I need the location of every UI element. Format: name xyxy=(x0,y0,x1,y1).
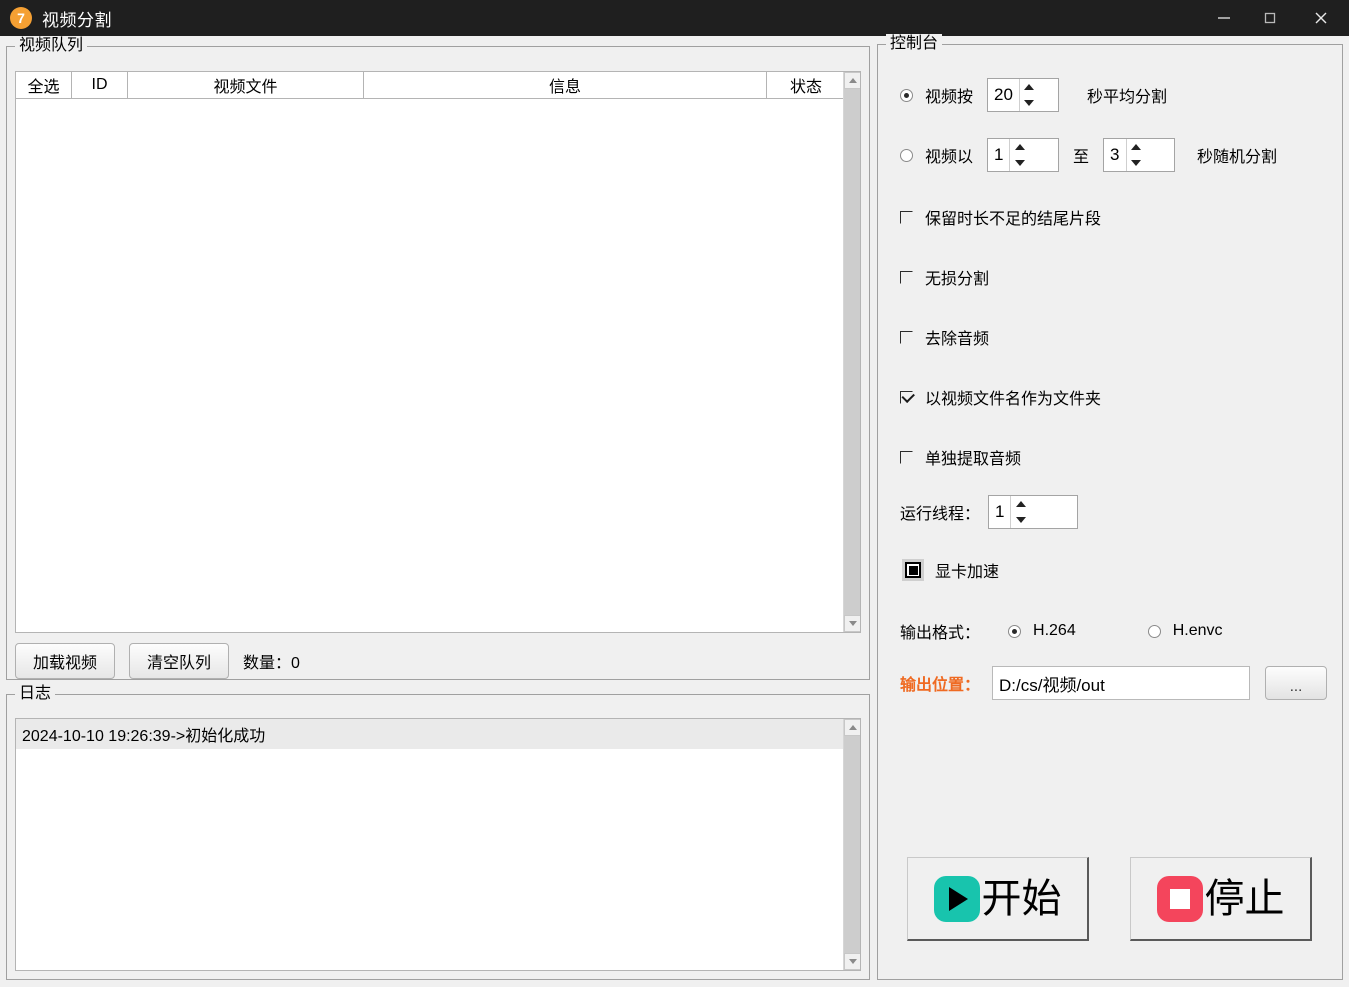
console-panel: 控制台 视频按 20 秒平均分割 视频以 1 至 3 秒随机分割 保留时长不足的… xyxy=(877,34,1343,980)
average-split-label: 视频按 xyxy=(925,89,974,106)
threads-row: 运行线程： 1 xyxy=(900,495,1079,529)
average-split-row: 视频按 20 秒平均分割 xyxy=(900,78,1167,112)
log-legend: 日志 xyxy=(15,684,56,704)
scroll-down-icon[interactable] xyxy=(844,615,860,632)
radio-average-split[interactable] xyxy=(900,88,913,102)
checkbox-keep-tail-label: 保留时长不足的结尾片段 xyxy=(925,211,1102,228)
random-min-increment-icon[interactable] xyxy=(1010,139,1030,155)
log-vertical-scrollbar[interactable] xyxy=(843,719,860,970)
checkbox-remove-audio[interactable]: 去除音频 xyxy=(900,325,989,349)
average-split-suffix: 秒平均分割 xyxy=(1087,89,1168,106)
radio-henvc[interactable] xyxy=(1147,624,1161,638)
threads-value[interactable]: 1 xyxy=(989,496,1011,528)
random-split-row: 视频以 1 至 3 秒随机分割 xyxy=(900,138,1277,172)
checkbox-folder-by-filename[interactable]: 以视频文件名作为文件夹 xyxy=(900,385,1101,409)
random-min-value[interactable]: 1 xyxy=(988,139,1010,171)
video-queue-table[interactable]: 全选 ID 视频文件 信息 状态 xyxy=(15,71,861,633)
log-scroll-up-icon[interactable] xyxy=(844,719,860,736)
average-seconds-value[interactable]: 20 xyxy=(988,79,1019,111)
average-seconds-decrement-icon[interactable] xyxy=(1019,95,1039,111)
gpu-acceleration-label: 显卡加速 xyxy=(935,564,1000,581)
threads-stepper[interactable]: 1 xyxy=(988,495,1079,529)
column-header-id[interactable]: ID xyxy=(72,72,128,99)
output-path-row: 输出位置： D:/cs/视频/out ... xyxy=(900,666,1328,700)
maximize-icon[interactable] xyxy=(1247,0,1293,36)
radio-h264[interactable] xyxy=(1008,624,1022,638)
checkbox-lossless-split-label: 无损分割 xyxy=(925,271,990,288)
start-button-label: 开始 xyxy=(981,876,1062,921)
column-header-info[interactable]: 信息 xyxy=(364,72,767,99)
log-line: 2024-10-10 19:26:39->初始化成功 xyxy=(16,719,860,749)
random-max-stepper[interactable]: 3 xyxy=(1103,138,1176,172)
radio-henvc-label: H.envc xyxy=(1172,622,1223,639)
output-path-label: 输出位置： xyxy=(900,677,981,694)
checkbox-extract-audio-box[interactable] xyxy=(900,450,913,464)
random-min-decrement-icon[interactable] xyxy=(1010,155,1030,171)
random-between-label: 至 xyxy=(1073,149,1090,166)
load-video-button[interactable]: 加载视频 xyxy=(15,643,115,679)
video-queue-legend: 视频队列 xyxy=(15,36,88,56)
checkbox-keep-tail[interactable]: 保留时长不足的结尾片段 xyxy=(900,205,1101,229)
checkbox-extract-audio[interactable]: 单独提取音频 xyxy=(900,445,1021,469)
random-max-increment-icon[interactable] xyxy=(1126,139,1146,155)
average-seconds-stepper[interactable]: 20 xyxy=(987,78,1060,112)
checkbox-keep-tail-box[interactable] xyxy=(900,210,913,224)
random-min-stepper[interactable]: 1 xyxy=(987,138,1060,172)
checkbox-remove-audio-box[interactable] xyxy=(900,330,913,344)
checkbox-gpu-acceleration-box[interactable] xyxy=(902,559,924,581)
video-queue-panel: 视频队列 全选 ID 视频文件 信息 状态 加载视频 清空队列 数量：0 xyxy=(6,36,870,680)
clear-queue-button[interactable]: 清空队列 xyxy=(129,643,229,679)
checkbox-lossless-split-box[interactable] xyxy=(900,270,913,284)
random-split-suffix: 秒随机分割 xyxy=(1197,149,1278,166)
app-badge-7-icon: 7 xyxy=(10,7,32,29)
table-body-empty xyxy=(16,99,860,632)
output-format-row: 输出格式： H.264 H.envc xyxy=(900,619,1223,643)
threads-label: 运行线程： xyxy=(900,506,981,523)
stop-button-label: 停止 xyxy=(1204,876,1285,921)
log-scroll-down-icon[interactable] xyxy=(844,953,860,970)
gpu-acceleration-row[interactable]: 显卡加速 xyxy=(902,558,999,582)
close-icon[interactable] xyxy=(1293,0,1349,36)
stop-icon xyxy=(1156,875,1203,922)
console-legend: 控制台 xyxy=(886,34,943,54)
column-header-video-file[interactable]: 视频文件 xyxy=(128,72,364,99)
queue-vertical-scrollbar[interactable] xyxy=(843,72,860,632)
window-title: 视频分割 xyxy=(42,10,112,30)
radio-h264-label: H.264 xyxy=(1033,622,1076,639)
output-path-input[interactable]: D:/cs/视频/out xyxy=(992,666,1251,700)
log-scroll-thumb[interactable] xyxy=(844,736,860,932)
checkbox-remove-audio-label: 去除音频 xyxy=(925,331,990,348)
minimize-icon[interactable] xyxy=(1201,0,1247,36)
table-header-row: 全选 ID 视频文件 信息 状态 xyxy=(16,72,860,99)
scroll-up-icon[interactable] xyxy=(844,72,860,89)
title-bar: 7 视频分割 xyxy=(0,0,1349,36)
window-controls xyxy=(1201,0,1349,36)
app-badge-number: 7 xyxy=(17,10,25,26)
queue-scroll-track[interactable] xyxy=(844,89,860,615)
column-header-select-all[interactable]: 全选 xyxy=(16,72,72,99)
radio-random-split[interactable] xyxy=(900,148,913,162)
stop-button[interactable]: 停止 xyxy=(1130,857,1312,941)
random-max-decrement-icon[interactable] xyxy=(1126,155,1146,171)
threads-decrement-icon[interactable] xyxy=(1011,512,1031,528)
random-max-value[interactable]: 3 xyxy=(1104,139,1126,171)
checkbox-folder-by-filename-box[interactable] xyxy=(900,390,913,404)
checkbox-extract-audio-label: 单独提取音频 xyxy=(925,451,1022,468)
average-seconds-increment-icon[interactable] xyxy=(1019,79,1039,95)
threads-increment-icon[interactable] xyxy=(1011,496,1031,512)
output-format-label: 输出格式： xyxy=(900,625,981,642)
queue-footer: 加载视频 清空队列 数量：0 xyxy=(15,643,300,679)
start-button[interactable]: 开始 xyxy=(907,857,1089,941)
log-textarea[interactable]: 2024-10-10 19:26:39->初始化成功 xyxy=(15,718,861,971)
browse-output-path-button[interactable]: ... xyxy=(1265,666,1328,700)
checkbox-lossless-split[interactable]: 无损分割 xyxy=(900,265,989,289)
random-split-label: 视频以 xyxy=(925,149,974,166)
checkbox-folder-by-filename-label: 以视频文件名作为文件夹 xyxy=(925,391,1102,408)
queue-count-label: 数量：0 xyxy=(243,655,300,672)
log-scroll-track[interactable] xyxy=(844,736,860,953)
log-panel: 日志 2024-10-10 19:26:39->初始化成功 xyxy=(6,684,870,980)
play-icon xyxy=(933,875,980,922)
column-header-status[interactable]: 状态 xyxy=(767,72,845,99)
